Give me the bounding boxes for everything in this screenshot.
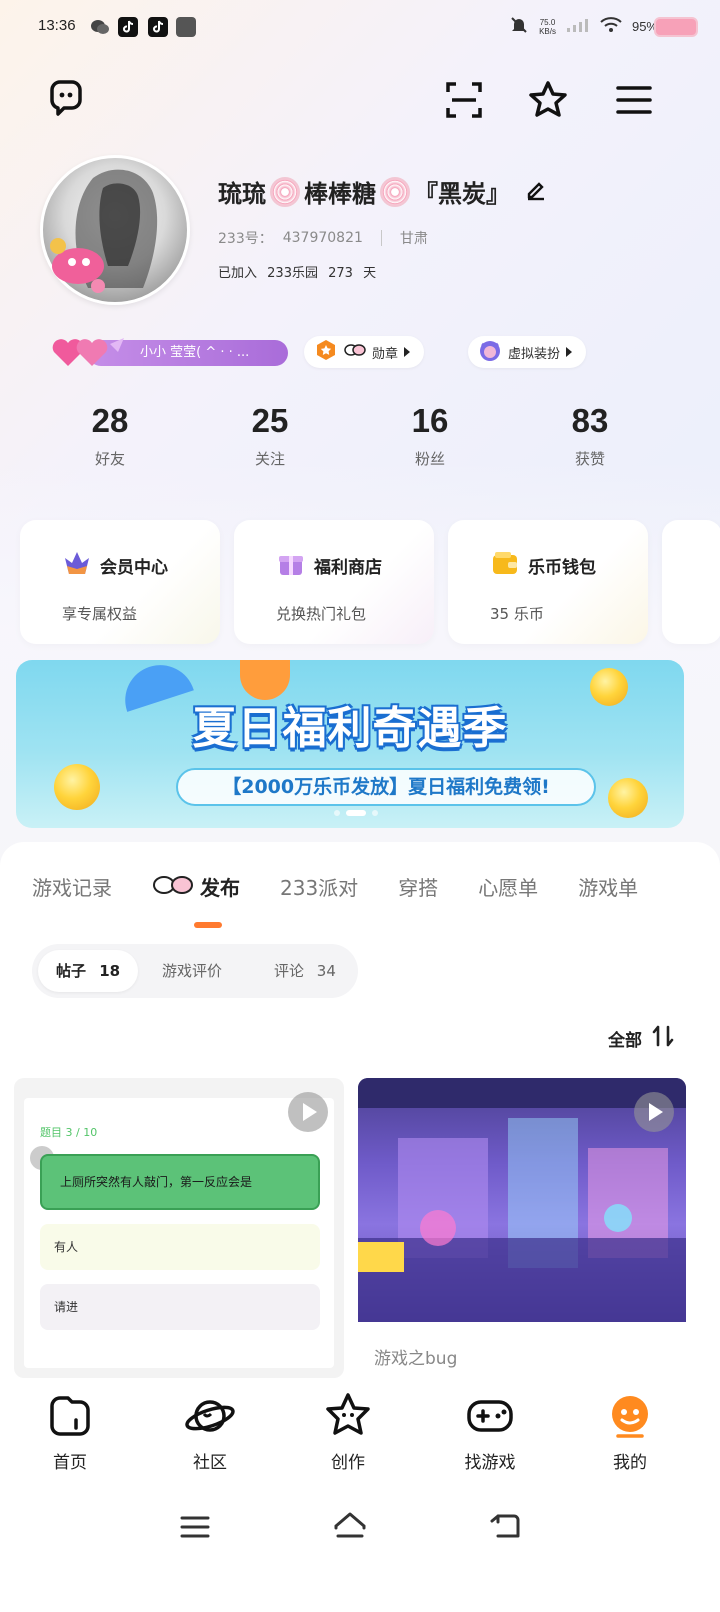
carousel-indicator	[334, 810, 378, 816]
divider	[380, 230, 382, 246]
system-nav-bar	[0, 1490, 720, 1612]
back-icon[interactable]	[488, 1510, 522, 1546]
hearts-icon	[48, 334, 128, 370]
chevron-right-icon	[404, 347, 411, 357]
stat-friends[interactable]: 28 好友	[50, 402, 170, 469]
nav-home[interactable]: 首页	[20, 1390, 120, 1473]
carousel-dot	[372, 810, 378, 816]
nav-me[interactable]: 我的	[580, 1390, 680, 1473]
stat-fans[interactable]: 16 粉丝	[370, 402, 490, 469]
uid-value: 437970821	[282, 230, 363, 246]
region: 甘肃	[399, 231, 428, 247]
carousel-dot	[334, 810, 340, 816]
status-time: 13:36	[38, 17, 76, 34]
home-nav-icon[interactable]	[332, 1510, 368, 1546]
tiktok-icon	[118, 17, 138, 37]
recents-icon[interactable]	[178, 1512, 212, 1546]
level-badge[interactable]: 小小 莹莹( ^ · · ...	[48, 336, 288, 368]
net-speed: 75.0 KB/s	[539, 17, 556, 36]
medal-icon	[314, 338, 338, 366]
quiz-answer: 请进	[40, 1284, 320, 1330]
menu-icon[interactable]	[612, 78, 656, 122]
wallet-icon	[490, 548, 520, 583]
planet-icon	[184, 1390, 236, 1442]
tab-posts[interactable]: 发布	[152, 872, 240, 901]
subtab-comments[interactable]: 评论 34	[256, 950, 354, 992]
signal-icon	[566, 17, 590, 36]
edit-icon[interactable]	[524, 177, 548, 207]
quiz-question: 上厕所突然有人敲门，第一反应会是	[40, 1154, 320, 1210]
star-icon[interactable]	[526, 78, 570, 122]
stat-following[interactable]: 25 关注	[210, 402, 330, 469]
post-card[interactable]: 游戏之bug	[358, 1078, 686, 1378]
mochi-icon	[344, 343, 366, 361]
quiz-answer: 有人	[40, 1224, 320, 1270]
subtab-game-reviews[interactable]: 游戏评价	[144, 950, 240, 992]
post-card[interactable]: 题目 3 / 10 上厕所突然有人敲门，第一反应会是 有人 请进	[14, 1078, 344, 1378]
post-title: 游戏之bug	[374, 1349, 458, 1369]
scan-icon[interactable]	[442, 78, 486, 122]
joined-info: 已加入 233乐园 273 天	[218, 266, 377, 281]
app-notification-icon	[176, 17, 196, 37]
coin-wallet-card[interactable]: 乐币钱包 35 乐币	[448, 520, 648, 644]
wechat-icon	[90, 17, 110, 37]
promo-banner[interactable]: 夏日福利奇遇季 【2000万乐币发放】夏日福利免费领!	[16, 660, 684, 828]
stat-likes[interactable]: 83 获赞	[530, 402, 650, 469]
battery-icon	[654, 17, 698, 37]
banner-subtitle: 【2000万乐币发放】夏日福利免费领!	[176, 768, 596, 806]
bottom-nav: 首页 社区 创作 找游戏 我的	[0, 1378, 720, 1490]
gamepad-icon	[464, 1390, 516, 1442]
tab-outfits[interactable]: 穿搭	[398, 872, 438, 901]
play-icon[interactable]	[288, 1092, 328, 1132]
quiz-number: 题目 3 / 10	[40, 1126, 98, 1139]
uid-label: 233号：	[218, 231, 273, 247]
cat-avatar-icon	[478, 338, 502, 366]
chevron-right-icon	[566, 347, 573, 357]
sort-icon	[650, 1024, 676, 1053]
status-right: 75.0 KB/s 95%	[509, 15, 658, 38]
welfare-shop-card[interactable]: 福利商店 兑换热门礼包	[234, 520, 434, 644]
lollipop-icon	[380, 176, 410, 207]
crown-icon	[62, 548, 92, 583]
subtab-posts[interactable]: 帖子 18	[38, 950, 139, 992]
tab-indicator	[194, 922, 222, 928]
nickname: 琉琉 棒棒糖 『黑炭』	[218, 174, 548, 209]
quiz-preview: 题目 3 / 10 上厕所突然有人敲门，第一反应会是 有人 请进	[24, 1098, 334, 1368]
me-icon	[604, 1390, 656, 1442]
carousel-dot-active	[346, 810, 366, 816]
coin-icon	[54, 764, 100, 810]
coin-icon	[608, 778, 648, 818]
tab-wishlist[interactable]: 心愿单	[478, 872, 538, 901]
mute-icon	[509, 15, 529, 38]
medal-chip[interactable]: 勋章	[304, 336, 425, 368]
gift-icon	[276, 548, 306, 583]
tiktok-icon	[148, 17, 168, 37]
sort-button[interactable]: 全部	[608, 1024, 676, 1053]
subtabs: 帖子 18 游戏评价 评论 34	[32, 944, 358, 998]
lollipop-icon	[270, 176, 300, 207]
home-icon	[44, 1390, 96, 1442]
dressup-label: 虚拟装扮	[508, 346, 561, 362]
nav-community[interactable]: 社区	[160, 1390, 260, 1473]
star-icon	[322, 1390, 374, 1442]
tab-233-party[interactable]: 233派对	[280, 872, 358, 901]
tab-game-history[interactable]: 游戏记录	[32, 872, 112, 901]
nav-find-games[interactable]: 找游戏	[440, 1390, 540, 1473]
pet-badge-icon	[38, 228, 118, 298]
profile-tabs: 游戏记录 发布 233派对 穿搭 心愿单 游戏单	[32, 872, 678, 901]
message-icon[interactable]	[44, 78, 88, 122]
tab-game-list[interactable]: 游戏单	[578, 872, 638, 901]
user-id-line: 233号： 437970821 甘肃	[218, 228, 428, 248]
more-card[interactable]	[662, 520, 720, 644]
nav-create[interactable]: 创作	[298, 1390, 398, 1473]
play-icon[interactable]	[634, 1092, 674, 1132]
wifi-icon	[600, 17, 622, 36]
dressup-chip[interactable]: 虚拟装扮	[468, 336, 587, 368]
vip-center-card[interactable]: 会员中心 享专属权益	[20, 520, 220, 644]
mochi-icon	[152, 873, 196, 900]
banner-title: 夏日福利奇遇季	[192, 703, 508, 754]
medal-label: 勋章	[372, 346, 399, 362]
